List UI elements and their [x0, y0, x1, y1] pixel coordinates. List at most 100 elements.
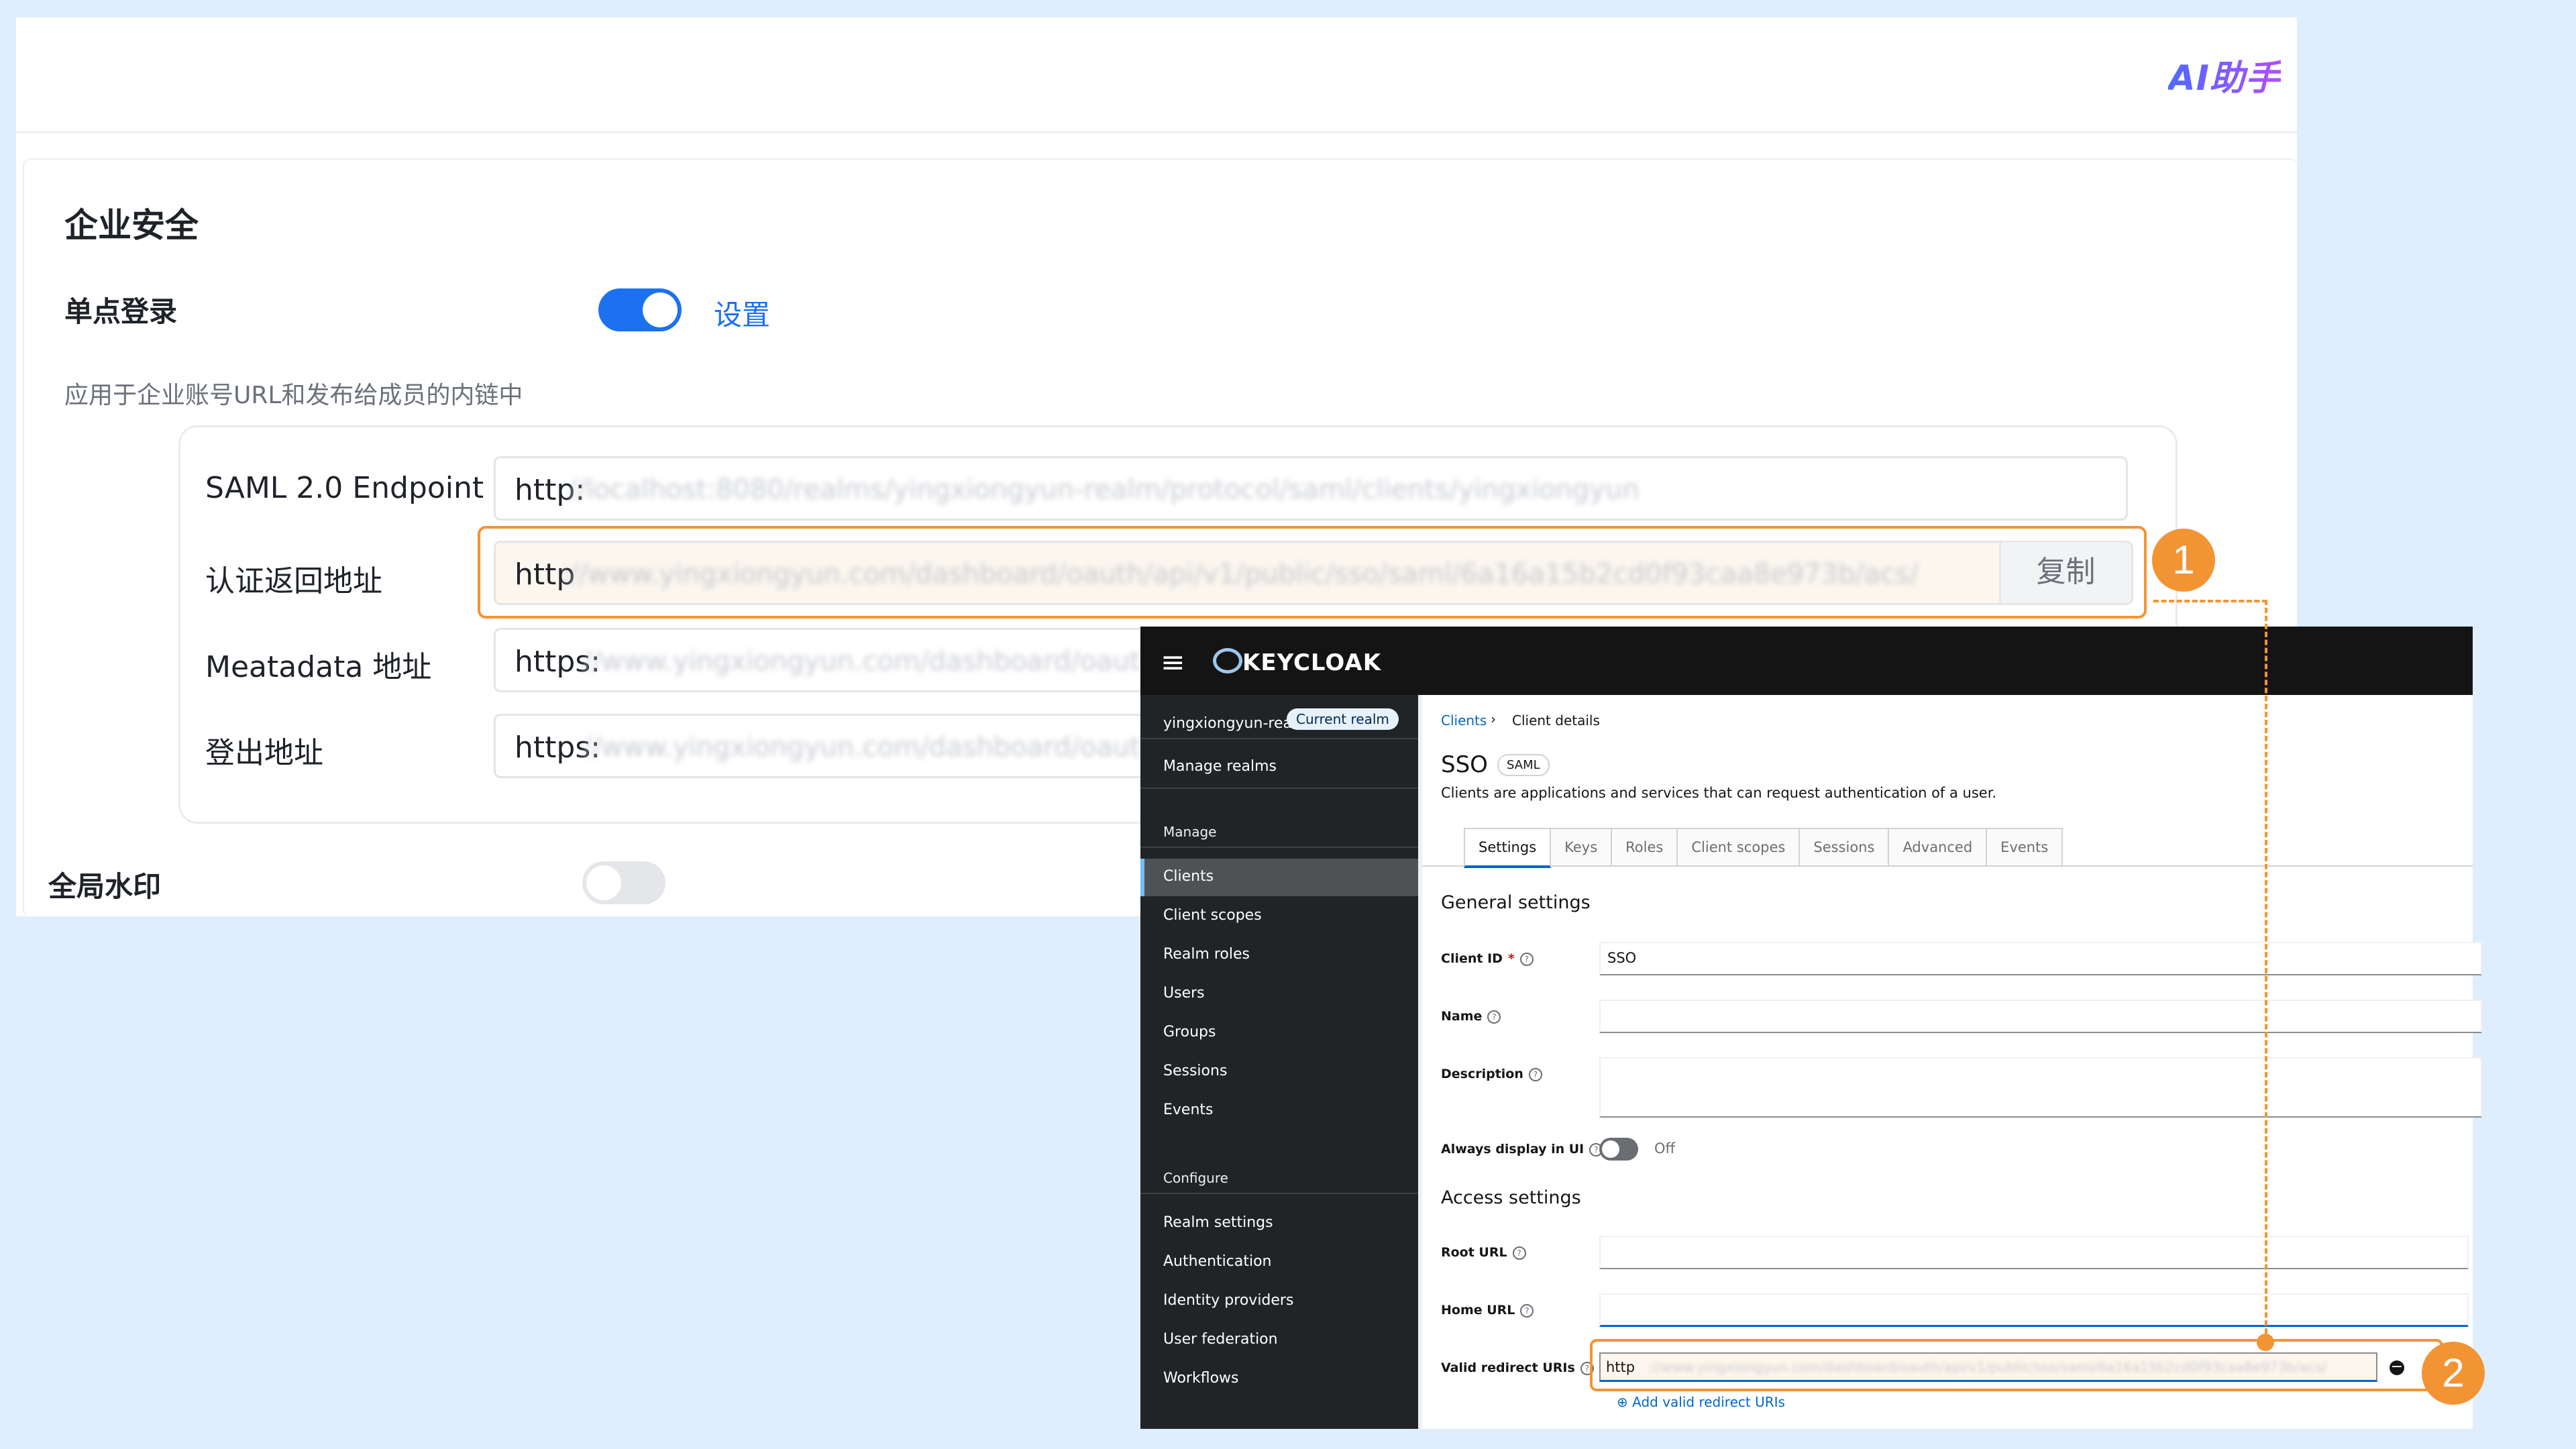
breadcrumb-clients[interactable]: Clients [1441, 712, 1487, 729]
tab-events[interactable]: Events [1987, 828, 2063, 867]
nav-realm-settings[interactable]: Realm settings [1163, 1214, 1273, 1231]
keycloak-sidebar: yingxiongyun-realm Current realm Manage … [1140, 695, 1418, 1429]
required-marker: * [1507, 951, 1515, 966]
toggle-knob [586, 865, 621, 900]
hamburger-icon[interactable]: ≡ [1161, 645, 1185, 680]
add-icon: ⊕ [1617, 1394, 1633, 1410]
keycloak-window: ≡ KEYCLOAK yingxiongyun-realm Current re… [1140, 627, 2482, 1429]
nav-authentication[interactable]: Authentication [1163, 1253, 1272, 1270]
watermark-label: 全局水印 [48, 870, 162, 903]
keycloak-header: ≡ KEYCLOAK [1140, 627, 2473, 695]
client-id-input[interactable]: SSO [1599, 942, 2482, 975]
client-id-label: Client ID *? [1441, 951, 1534, 966]
field-value-blurred: //www.yingxiongyun.com/dashboard/oauth [583, 646, 1158, 677]
keycloak-logo-icon [1213, 648, 1242, 674]
logout-url-field[interactable]: https: //www.yingxiongyun.com/dashboard/… [494, 714, 1165, 778]
nav-user-federation[interactable]: User federation [1163, 1331, 1278, 1348]
add-redirect-text: Add valid redirect URIs [1632, 1394, 1785, 1410]
divider [1140, 788, 1418, 789]
connector-dot [2257, 1334, 2274, 1351]
toggle-knob [643, 292, 678, 327]
help-icon[interactable]: ? [1528, 1067, 1542, 1081]
page-subtitle: Clients are applications and services th… [1441, 785, 1997, 801]
valid-redirect-label: Valid redirect URIs? [1441, 1360, 1594, 1375]
always-display-label: Always display in UI? [1441, 1142, 1603, 1157]
help-icon[interactable]: ? [1520, 1303, 1534, 1318]
connector-line [2153, 600, 2267, 602]
logout-url-label: 登出地址 [205, 736, 323, 770]
protocol-badge: SAML [1497, 754, 1550, 776]
nav-users[interactable]: Users [1163, 985, 1205, 1002]
ai-assistant-logo[interactable]: AI助手 [2168, 50, 2281, 100]
sso-settings-link[interactable]: 设置 [714, 292, 770, 333]
root-url-input[interactable] [1599, 1236, 2469, 1269]
breadcrumb-current: Client details [1512, 712, 1600, 729]
tab-bar: Settings Keys Roles Client scopes Sessio… [1464, 828, 2063, 868]
divider [1140, 1193, 1418, 1194]
watermark-toggle[interactable] [582, 861, 665, 904]
highlight-box [1590, 1339, 2443, 1391]
home-url-input[interactable] [1599, 1293, 2469, 1327]
page-title: SSO [1441, 751, 1488, 778]
description-textarea[interactable] [1599, 1057, 2482, 1118]
saml-endpoint-label: SAML 2.0 Endpoint [205, 471, 484, 505]
home-url-label: Home URL? [1441, 1303, 1534, 1318]
help-icon[interactable]: ? [1487, 1010, 1501, 1024]
breadcrumb-separator-icon: › [1491, 711, 1496, 727]
nav-clients[interactable]: Clients [1163, 868, 1214, 885]
connector-line [2265, 600, 2267, 1342]
divider [16, 131, 2297, 133]
acs-url-label: 认证返回地址 [205, 564, 382, 598]
sso-description: 应用于企业账号URL和发布给成员的内链中 [64, 382, 523, 409]
nav-groups[interactable]: Groups [1163, 1024, 1216, 1040]
description-label: Description? [1441, 1067, 1542, 1081]
help-icon[interactable]: ? [1519, 952, 1534, 966]
sso-label: 单点登录 [64, 295, 178, 328]
nav-realm-roles[interactable]: Realm roles [1163, 946, 1250, 963]
help-icon[interactable]: ? [1512, 1246, 1526, 1260]
label-text: Root URL [1441, 1245, 1507, 1260]
tab-sessions[interactable]: Sessions [1800, 828, 1890, 867]
section-configure: Configure [1163, 1170, 1228, 1186]
always-display-toggle[interactable] [1599, 1138, 1638, 1161]
nav-workflows[interactable]: Workflows [1163, 1370, 1238, 1387]
label-text: Client ID [1441, 951, 1503, 966]
nav-client-scopes[interactable]: Client scopes [1163, 907, 1262, 924]
tab-keys[interactable]: Keys [1551, 828, 1613, 867]
name-input[interactable] [1599, 1000, 2482, 1033]
tab-settings[interactable]: Settings [1464, 828, 1552, 868]
general-settings-heading: General settings [1441, 892, 1591, 913]
label-text: Description [1441, 1067, 1523, 1081]
tab-roles[interactable]: Roles [1612, 828, 1678, 867]
tab-advanced[interactable]: Advanced [1889, 828, 1988, 867]
section-manage: Manage [1163, 824, 1217, 840]
current-realm-badge: Current realm [1287, 708, 1399, 730]
manage-realms-link[interactable]: Manage realms [1163, 758, 1277, 775]
divider [1140, 738, 1418, 739]
keycloak-logo[interactable]: KEYCLOAK [1242, 649, 1381, 676]
add-redirect-link[interactable]: ⊕ Add valid redirect URIs [1617, 1394, 1785, 1410]
field-value-blurred: //localhost:8080/realms/yingxiongyun-rea… [568, 474, 1640, 505]
sso-toggle[interactable] [598, 288, 682, 331]
toggle-knob [1602, 1140, 1619, 1158]
nav-identity-providers[interactable]: Identity providers [1163, 1292, 1293, 1309]
name-label: Name? [1441, 1009, 1501, 1024]
field-value-blurred: //www.yingxiongyun.com/dashboard/oauth [583, 732, 1158, 763]
tab-client-scopes[interactable]: Client scopes [1678, 828, 1801, 867]
highlight-box [478, 526, 2147, 619]
label-text: Valid redirect URIs [1441, 1360, 1575, 1375]
metadata-url-field[interactable]: https: //www.yingxiongyun.com/dashboard/… [494, 628, 1165, 692]
root-url-label: Root URL? [1441, 1245, 1526, 1260]
step-marker-2: 2 [2422, 1342, 2485, 1405]
label-text: Always display in UI [1441, 1142, 1585, 1157]
label-text: Home URL [1441, 1303, 1515, 1318]
metadata-url-label: Meatadata 地址 [205, 650, 432, 684]
label-text: Name [1441, 1009, 1483, 1024]
divider [1140, 847, 1418, 848]
divider [1418, 695, 1422, 1429]
always-display-state: Off [1654, 1140, 1675, 1157]
nav-events[interactable]: Events [1163, 1102, 1214, 1118]
step-marker-1: 1 [2152, 529, 2215, 592]
nav-sessions[interactable]: Sessions [1163, 1063, 1227, 1079]
saml-endpoint-field[interactable]: http: //localhost:8080/realms/yingxiongy… [494, 456, 2128, 521]
